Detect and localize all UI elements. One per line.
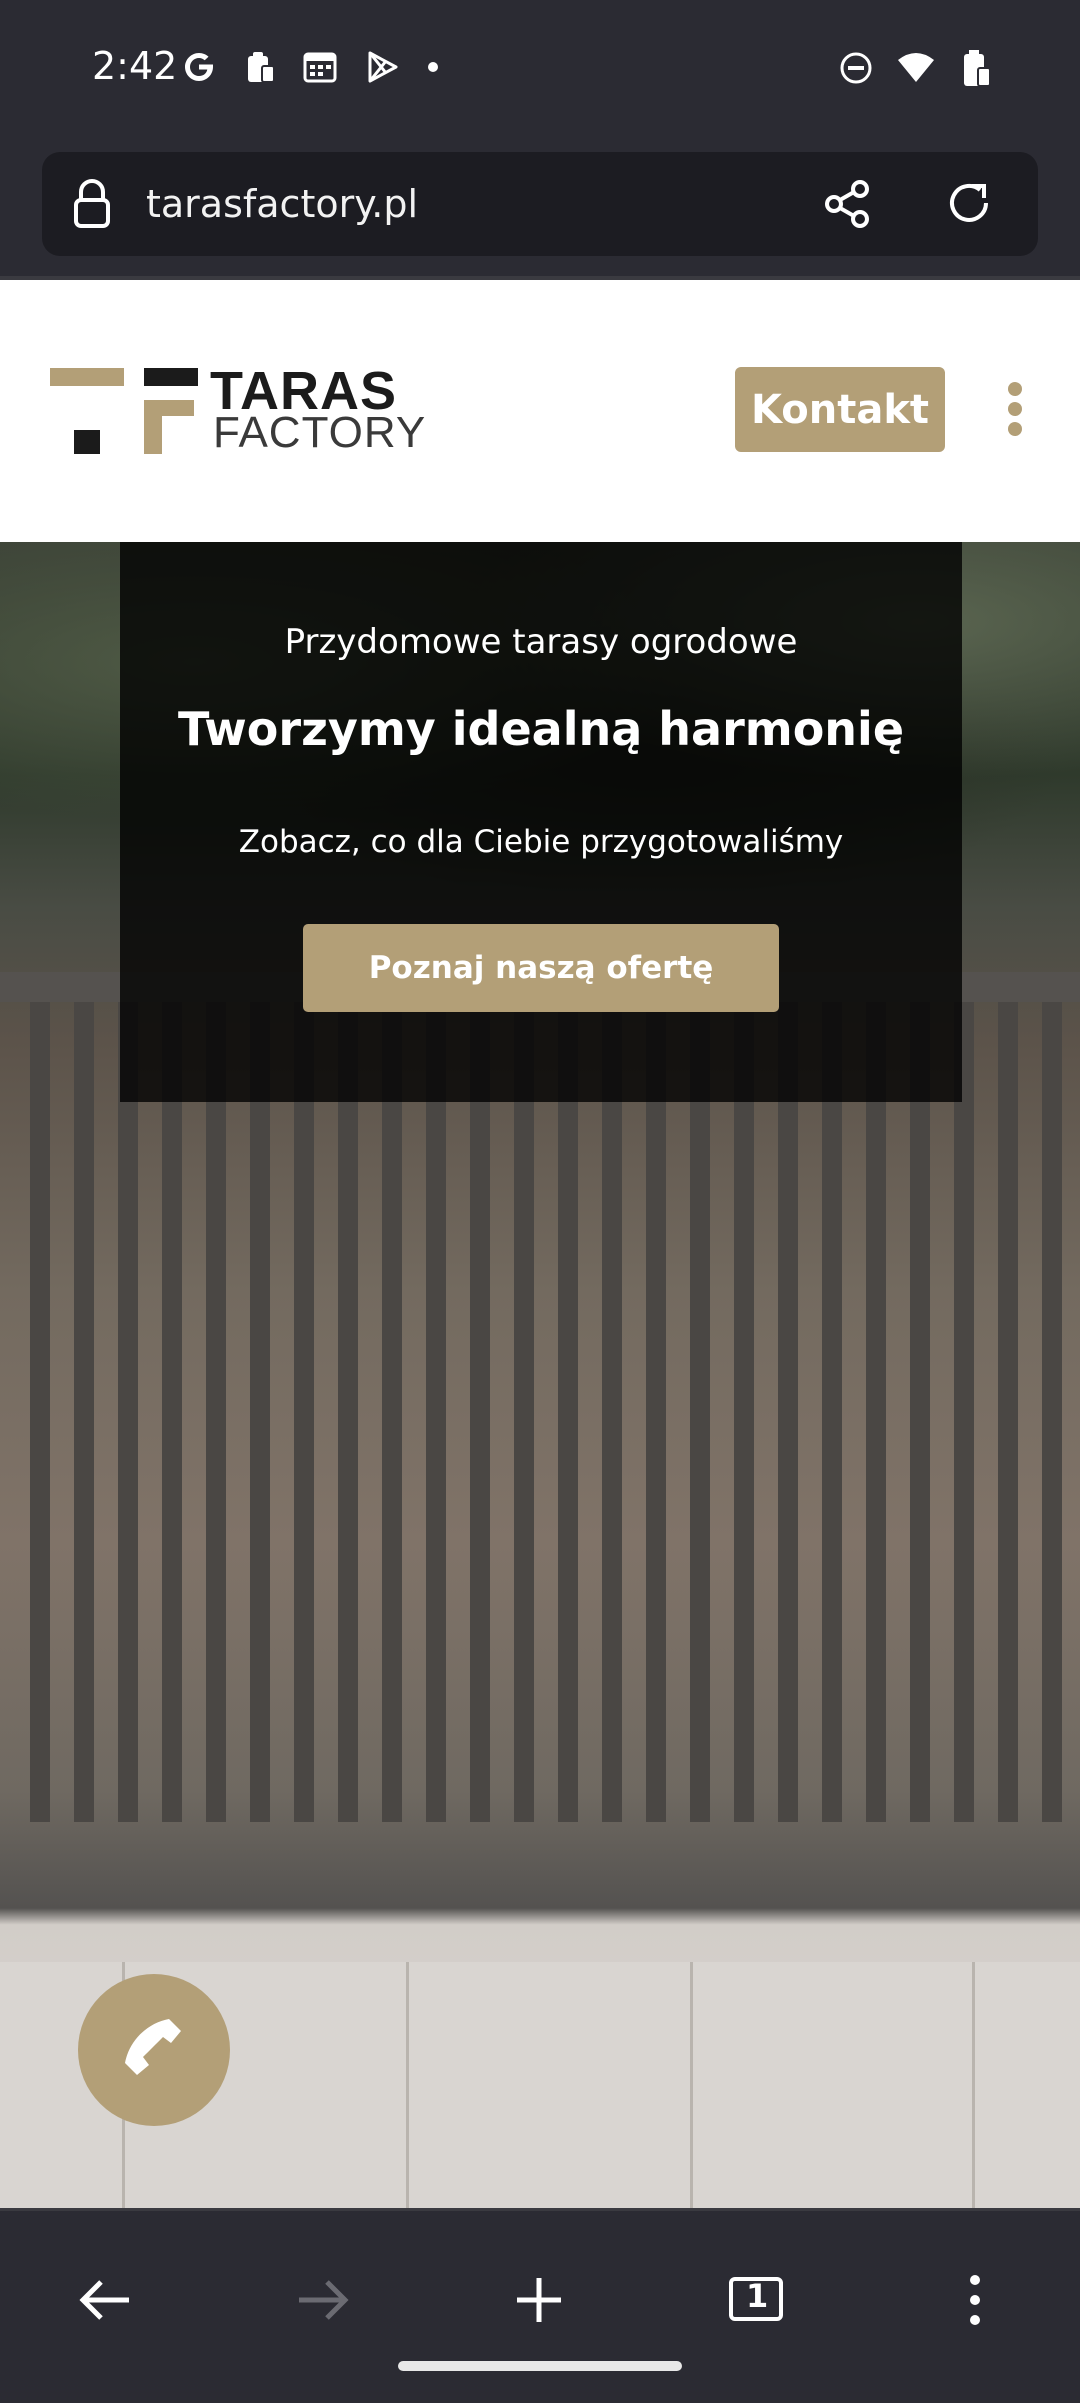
status-left-icons: [180, 48, 440, 91]
reload-icon[interactable]: [942, 176, 996, 235]
fence-slat: [206, 1002, 226, 1822]
fence-slat: [426, 1002, 446, 1822]
forward-icon[interactable]: [278, 2255, 368, 2345]
fence-slat: [602, 1002, 622, 1822]
fence-slat: [1042, 1002, 1062, 1822]
fence-slat: [778, 1002, 798, 1822]
fence-slat: [998, 1002, 1018, 1822]
hero-overlay: Przydomowe tarasy ogrodowe Tworzymy idea…: [120, 542, 962, 1102]
hero-subtitle: Przydomowe tarasy ogrodowe: [284, 622, 798, 662]
hero-title: Tworzymy idealną harmonię: [177, 702, 905, 756]
new-tab-icon[interactable]: [494, 2255, 584, 2345]
contact-button[interactable]: Kontakt: [735, 367, 945, 452]
fence-slat: [30, 1002, 50, 1822]
fence-slat: [74, 1002, 94, 1822]
fence-slat: [514, 1002, 534, 1822]
url-bar[interactable]: tarasfactory.pl: [42, 152, 1038, 256]
home-indicator[interactable]: [398, 2361, 682, 2371]
fence-slat: [118, 1002, 138, 1822]
google-icon: [180, 48, 218, 91]
hero-section: Przydomowe tarasy ogrodowe Tworzymy idea…: [0, 542, 1080, 2208]
site-menu-icon[interactable]: [1008, 382, 1028, 442]
tabs-icon[interactable]: 1: [712, 2255, 802, 2345]
fence-slat: [162, 1002, 182, 1822]
fence-slat: [910, 1002, 930, 1822]
fence-slat: [338, 1002, 358, 1822]
fence-slat: [866, 1002, 886, 1822]
hero-description: Zobacz, co dla Ciebie przygotowaliśmy: [238, 824, 844, 860]
share-icon[interactable]: [822, 178, 874, 235]
tab-count: 1: [746, 2277, 769, 2315]
fence-slat: [954, 1002, 974, 1822]
back-icon[interactable]: [60, 2255, 150, 2345]
do-not-disturb-icon: [838, 50, 874, 91]
fence-slat: [646, 1002, 666, 1822]
clipboard-icon: [244, 48, 276, 91]
status-bar: 2:42: [0, 0, 1080, 140]
fence-slat: [382, 1002, 402, 1822]
wifi-icon: [896, 50, 936, 91]
phone-icon: [119, 2013, 189, 2088]
logo-text-factory: FACTORY: [213, 408, 427, 457]
status-time: 2:42: [92, 44, 178, 88]
play-store-icon: [364, 49, 400, 90]
browser-bottom-nav: 1: [0, 2208, 1080, 2403]
battery-icon: [958, 48, 992, 93]
url-text[interactable]: tarasfactory.pl: [146, 182, 418, 226]
fence-slat: [734, 1002, 754, 1822]
calendar-icon: [302, 49, 338, 90]
site-header: TARAS FACTORY Kontakt: [0, 280, 1080, 542]
fence-slat: [250, 1002, 270, 1822]
status-right-icons: [838, 48, 992, 93]
site-logo[interactable]: TARAS FACTORY: [50, 361, 425, 464]
offer-button[interactable]: Poznaj naszą ofertę: [303, 924, 779, 1012]
dot-icon: [426, 60, 440, 79]
fence-slat: [470, 1002, 490, 1822]
call-button[interactable]: [78, 1974, 230, 2126]
lock-icon[interactable]: [72, 178, 112, 235]
fence-slat: [558, 1002, 578, 1822]
fence-slat: [294, 1002, 314, 1822]
more-icon[interactable]: [930, 2255, 1020, 2345]
fence-slat: [822, 1002, 842, 1822]
logo-mark-icon: [50, 368, 198, 454]
fence-slat: [690, 1002, 710, 1822]
